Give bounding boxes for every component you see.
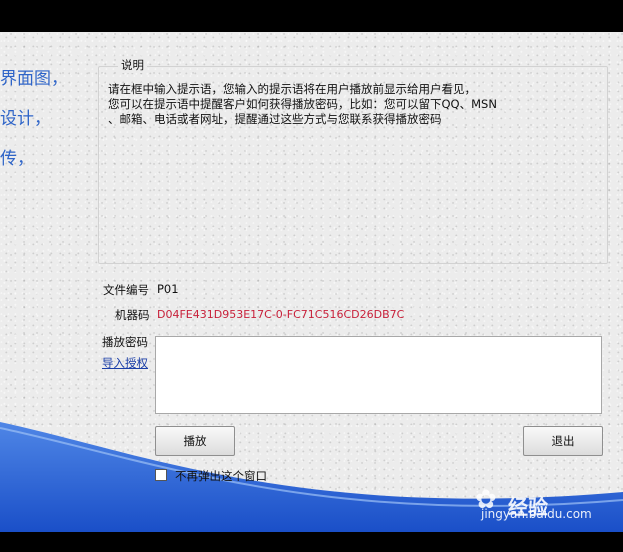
watermark-url: jingyan.baidu.com	[481, 507, 592, 521]
password-textarea[interactable]	[155, 336, 602, 414]
dont-show-again-checkbox[interactable]	[155, 469, 167, 481]
groupbox-title: 说明	[118, 57, 147, 73]
description-line-1: 请在框中输入提示语，您输入的提示语将在用户播放前显示给用户看见，	[108, 82, 476, 96]
file-no-value: P01	[157, 282, 179, 296]
play-button[interactable]: 播放	[155, 426, 235, 456]
description-line-3: 、邮箱、电话或者网址，提醒通过这些方式与您联系获得播放密码	[108, 112, 442, 126]
description-text: 请在框中输入提示语，您输入的提示语将在用户播放前显示给用户看见， 您可以在提示语…	[108, 82, 600, 127]
import-license-link[interactable]: 导入授权	[102, 355, 148, 371]
machine-code-value: D04FE431D953E17C-0-FC71C516CD26DB7C	[157, 308, 405, 321]
left-text-line-2: 设计，	[0, 109, 51, 129]
file-no-label: 文件编号	[103, 283, 149, 297]
left-text-line-3: 传，	[0, 149, 34, 169]
dialog-window: 界面图， 设计， 传， 说明 请在框中输入提示语，您输入的提示语将在用户播放前显…	[0, 32, 623, 532]
password-label: 播放密码	[102, 335, 148, 349]
machine-code-label: 机器码	[115, 308, 150, 322]
left-text-line-1: 界面图，	[0, 69, 68, 89]
dont-show-again-label: 不再弹出这个窗口	[175, 469, 267, 483]
description-line-2: 您可以在提示语中提醒客户如何获得播放密码，比如：您可以留下QQ、MSN	[108, 97, 497, 111]
exit-button[interactable]: 退出	[523, 426, 603, 456]
